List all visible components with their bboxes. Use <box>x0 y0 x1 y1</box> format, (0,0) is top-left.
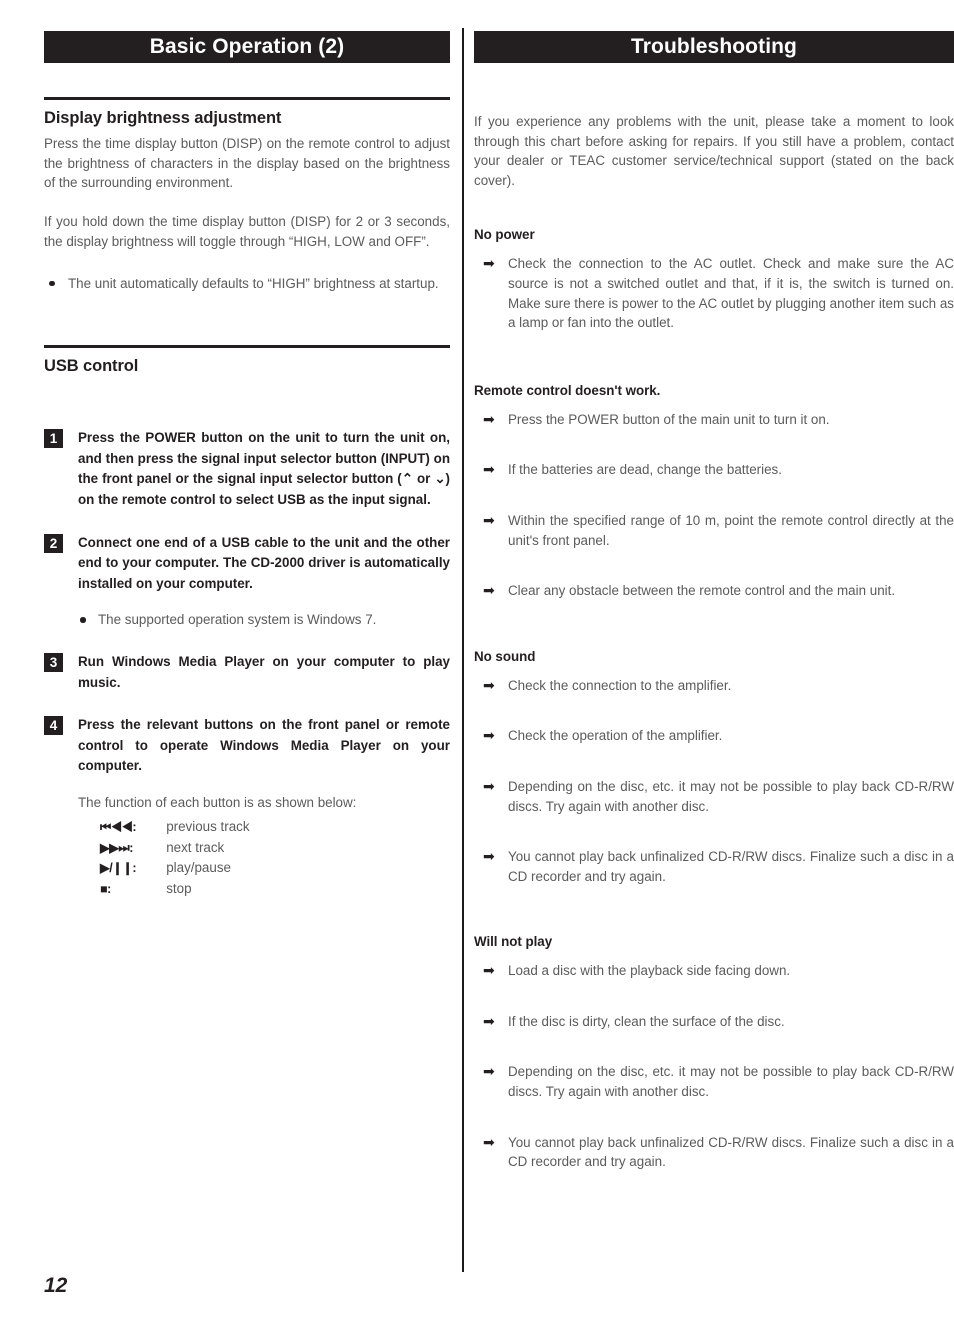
remote-item-1: ➡ Press the POWER button of the main uni… <box>474 410 954 430</box>
step-number-badge: 4 <box>44 716 63 736</box>
troubleshooting-heading-no-sound: No sound <box>474 648 536 664</box>
remote-item-2: ➡ If the batteries are dead, change the … <box>474 460 954 480</box>
arrow-bullet-icon: ➡ <box>483 676 495 693</box>
remote-item-3-text: Within the specified range of 10 m, poin… <box>508 512 954 548</box>
no-sound-item-4-text: You cannot play back unfinalized CD-R/RW… <box>508 849 954 884</box>
chapter-header-basic-operation: Basic Operation (2) <box>44 31 450 63</box>
brightness-paragraph-2: If you hold down the time display button… <box>44 214 450 249</box>
no-sound-item-3-text: Depending on the disc, etc. it may not b… <box>508 778 954 814</box>
section-rule-usb <box>44 345 450 349</box>
usb-step-2-bullet: The supported operation system is Window… <box>78 610 450 630</box>
step-number-badge: 2 <box>44 533 63 553</box>
remote-item-4-text: Clear any obstacle between the remote co… <box>508 583 896 599</box>
usb-step-1: 1 Press the POWER button on the unit to … <box>44 428 450 510</box>
page-number: 12 <box>44 1274 68 1297</box>
arrow-bullet-icon: ➡ <box>483 410 495 427</box>
will-not-play-item-1-text: Load a disc with the playback side facin… <box>508 963 791 979</box>
usb-step-1-text: Press the POWER button on the unit to tu… <box>78 430 450 507</box>
section-heading-brightness: Display brightness adjustment <box>44 109 282 127</box>
arrow-bullet-icon: ➡ <box>483 848 495 865</box>
right-column: Troubleshooting If you experience any pr… <box>474 31 954 1172</box>
no-sound-item-4: ➡ You cannot play back unfinalized CD-R/… <box>474 847 954 886</box>
stop-label: stop <box>166 880 192 896</box>
usb-step-3-text: Run Windows Media Player on your compute… <box>78 653 450 690</box>
arrow-bullet-icon: ➡ <box>483 727 495 744</box>
arrow-bullet-icon: ➡ <box>483 1012 495 1029</box>
remote-item-4: ➡ Clear any obstacle between the remote … <box>474 581 954 601</box>
arrow-bullet-icon: ➡ <box>483 962 495 979</box>
step-number-badge: 3 <box>44 652 63 672</box>
no-power-item-1-text: Check the connection to the AC outlet. C… <box>508 256 954 331</box>
will-not-play-item-4-text: You cannot play back unfinalized CD-R/RW… <box>508 1134 954 1170</box>
legend-row: ⏮◀◀: previous track <box>78 817 250 837</box>
arrow-bullet-icon: ➡ <box>483 1063 495 1080</box>
section-rule-brightness <box>44 97 450 100</box>
brightness-bullet-1-text: The unit automatically defaults to “HIGH… <box>68 275 439 291</box>
no-sound-item-3: ➡ Depending on the disc, etc. it may not… <box>474 777 954 816</box>
will-not-play-item-4: ➡ You cannot play back unfinalized CD-R/… <box>474 1133 954 1172</box>
arrow-bullet-icon: ➡ <box>483 461 495 478</box>
will-not-play-item-3: ➡ Depending on the disc, etc. it may not… <box>474 1062 954 1101</box>
play-pause-label: play/pause <box>166 860 231 876</box>
will-not-play-item-1: ➡ Load a disc with the playback side fac… <box>474 961 954 981</box>
step-number-badge: 1 <box>44 429 63 449</box>
remote-item-2-text: If the batteries are dead, change the ba… <box>508 462 782 478</box>
troubleshooting-heading-remote: Remote control doesn't work. <box>474 382 661 398</box>
legend-row: ■: stop <box>78 879 250 899</box>
legend-row: ▶▶⏭: next track <box>78 838 250 858</box>
usb-step-4-text: Press the relevant buttons on the front … <box>78 717 450 774</box>
manual-page: Basic Operation (2) Display brightness a… <box>0 0 954 1318</box>
no-power-item-1: ➡ Check the connection to the AC outlet.… <box>474 254 954 332</box>
left-column: Basic Operation (2) Display brightness a… <box>44 31 450 899</box>
usb-step-2: 2 Connect one end of a USB cable to the … <box>44 533 450 630</box>
will-not-play-item-3-text: Depending on the disc, etc. it may not b… <box>508 1064 954 1100</box>
arrow-bullet-icon: ➡ <box>483 777 495 794</box>
stop-icon: ■: <box>100 881 111 896</box>
troubleshooting-heading-no-power: No power <box>474 227 535 243</box>
bullet-dot-icon <box>49 280 55 287</box>
will-not-play-item-2: ➡ If the disc is dirty, clean the surfac… <box>474 1012 954 1032</box>
remote-item-3: ➡ Within the specified range of 10 m, po… <box>474 511 954 550</box>
usb-step-4: 4 Press the relevant buttons on the fron… <box>44 715 450 899</box>
previous-track-icon: ⏮◀◀: <box>100 820 137 835</box>
arrow-bullet-icon: ➡ <box>483 582 495 599</box>
usb-step-2-bullet-text: The supported operation system is Window… <box>98 612 377 628</box>
previous-track-label: previous track <box>166 819 250 835</box>
chapter-header-troubleshooting: Troubleshooting <box>474 31 954 63</box>
next-track-label: next track <box>166 839 225 855</box>
no-sound-item-2: ➡ Check the operation of the amplifier. <box>474 726 954 746</box>
troubleshooting-heading-will-not-play: Will not play <box>474 934 553 950</box>
brightness-bullet-1: The unit automatically defaults to “HIGH… <box>44 274 450 294</box>
arrow-bullet-icon: ➡ <box>483 255 495 272</box>
no-sound-item-1: ➡ Check the connection to the amplifier. <box>474 676 954 696</box>
arrow-bullet-icon: ➡ <box>483 511 495 528</box>
play-pause-icon: ▶/❙❙: <box>100 861 137 876</box>
no-sound-item-2-text: Check the operation of the amplifier. <box>508 728 723 744</box>
transport-button-legend: ⏮◀◀: previous track ▶▶⏭: next track ▶/❙❙… <box>78 817 250 899</box>
bullet-dot-icon <box>80 617 86 623</box>
column-divider <box>462 28 464 1272</box>
usb-step-3: 3 Run Windows Media Player on your compu… <box>44 652 450 693</box>
arrow-bullet-icon: ➡ <box>483 1133 495 1150</box>
troubleshooting-intro: If you experience any problems with the … <box>474 114 954 188</box>
brightness-paragraph-1: Press the time display button (DISP) on … <box>44 136 450 191</box>
remote-item-1-text: Press the POWER button of the main unit … <box>508 411 830 427</box>
section-heading-usb: USB control <box>44 357 139 376</box>
usb-step-4-note: The function of each button is as shown … <box>78 794 357 810</box>
next-track-icon: ▶▶⏭: <box>100 840 134 855</box>
usb-step-2-text: Connect one end of a USB cable to the un… <box>78 534 450 591</box>
legend-row: ▶/❙❙: play/pause <box>78 858 250 878</box>
no-sound-item-1-text: Check the connection to the amplifier. <box>508 677 732 693</box>
will-not-play-item-2-text: If the disc is dirty, clean the surface … <box>508 1013 785 1029</box>
